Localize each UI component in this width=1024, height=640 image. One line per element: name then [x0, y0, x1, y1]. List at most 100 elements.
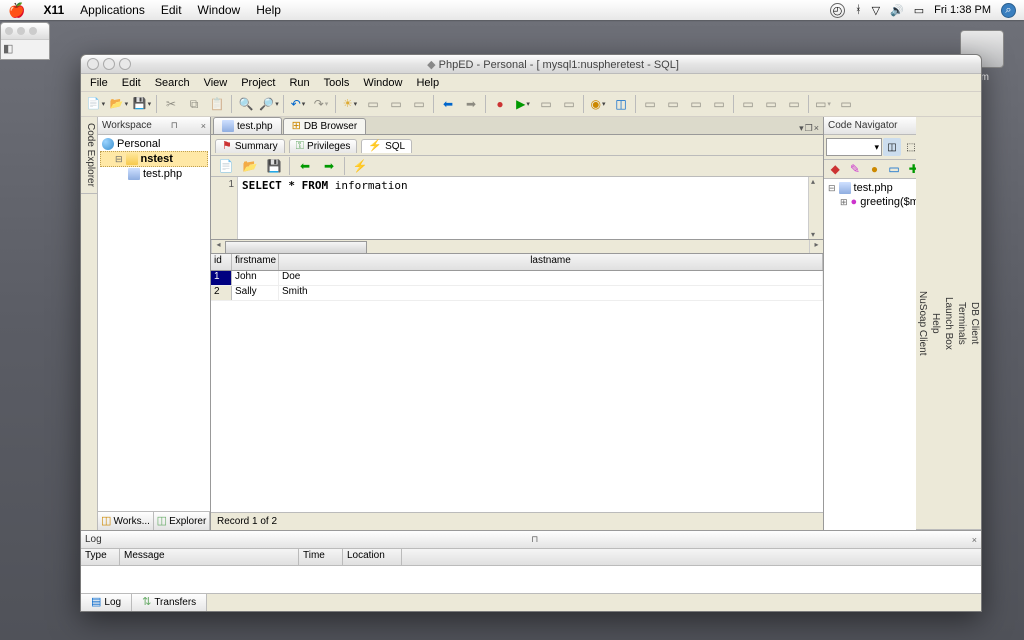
subtab-sql[interactable]: ⚡SQL	[361, 139, 412, 153]
log-col-message[interactable]: Message	[120, 549, 299, 565]
tab-menu-icon[interactable]: ▾	[799, 123, 804, 134]
sql-open-button[interactable]: 📂	[239, 155, 261, 177]
tb11[interactable]: ▭	[737, 93, 759, 115]
subtab-privileges[interactable]: ⚿Privileges	[289, 139, 358, 153]
log-body[interactable]	[81, 566, 981, 593]
apple-menu-icon[interactable]: 🍎	[8, 2, 25, 19]
logtab-transfers[interactable]: ⇅Transfers	[132, 594, 207, 611]
bluetooth-icon[interactable]: ᚼ	[855, 4, 862, 16]
new-button[interactable]: 📄	[85, 93, 107, 115]
cn-b4[interactable]: ▭	[885, 158, 904, 180]
copy-button[interactable]: ⧉	[183, 93, 205, 115]
codenav-tb1[interactable]: ◫	[883, 138, 901, 156]
menu-help[interactable]: Help	[248, 3, 289, 17]
tab-launch-box[interactable]: Launch Box	[942, 117, 955, 530]
tab-nusoap-client[interactable]: NuSoap Client	[916, 117, 929, 530]
debug-button[interactable]: ◉	[587, 93, 609, 115]
cn-b1[interactable]: ◆	[826, 158, 845, 180]
sql-code[interactable]: SELECT * FROM information	[238, 177, 808, 239]
sql-save-button[interactable]: 💾	[263, 155, 285, 177]
pin-icon[interactable]: ⊓	[531, 534, 538, 545]
status-icon[interactable]: ◴	[830, 3, 845, 18]
tb9[interactable]: ▭	[685, 93, 707, 115]
log-header[interactable]: Log ⊓ ×	[81, 531, 981, 549]
workspace-tree[interactable]: Personal ⊟nstest test.php	[98, 135, 210, 511]
open-button[interactable]: 📂	[108, 93, 130, 115]
sql-editor[interactable]: 1 SELECT * FROM information	[211, 177, 823, 240]
horizontal-scrollbar[interactable]: ◂ ▸	[211, 240, 823, 254]
tb8[interactable]: ▭	[662, 93, 684, 115]
menu-tools[interactable]: Tools	[317, 76, 357, 90]
forward-button[interactable]: ➡	[460, 93, 482, 115]
app-menu-x11[interactable]: X11	[35, 3, 72, 17]
pin-icon[interactable]: ⊓	[171, 120, 178, 131]
tab-explorer[interactable]: ◫Explorer	[154, 512, 210, 530]
undo-button[interactable]: ↶	[287, 93, 309, 115]
col-firstname[interactable]: firstname	[232, 254, 279, 270]
tb14[interactable]: ▭	[812, 93, 834, 115]
tab-code-explorer[interactable]: Code Explorer	[81, 117, 97, 194]
menu-window[interactable]: Window	[190, 3, 249, 17]
menu-project[interactable]: Project	[234, 76, 282, 90]
find-dd-button[interactable]: 🔎	[258, 93, 280, 115]
tb4[interactable]: ▭	[535, 93, 557, 115]
doctab-testphp[interactable]: test.php	[213, 117, 282, 134]
vertical-scrollbar[interactable]	[808, 177, 823, 239]
doctab-dbbrowser[interactable]: ⊞DB Browser	[283, 118, 367, 134]
traffic-lights[interactable]	[87, 58, 131, 70]
tab-terminals[interactable]: Terminals	[955, 117, 968, 530]
menu-help[interactable]: Help	[409, 76, 446, 90]
redo-button[interactable]: ↷	[310, 93, 332, 115]
close-icon[interactable]: ×	[972, 535, 977, 545]
run-button[interactable]: ▶	[512, 93, 534, 115]
sql-run-button[interactable]: ⚡	[349, 155, 371, 177]
wifi-icon[interactable]: ▽	[872, 4, 880, 17]
battery-icon[interactable]: ▭	[914, 4, 924, 17]
tab-help[interactable]: Help	[929, 117, 942, 530]
cut-button[interactable]: ✂	[160, 93, 182, 115]
tb7[interactable]: ▭	[639, 93, 661, 115]
tb1[interactable]: ▭	[362, 93, 384, 115]
close-icon[interactable]: ×	[201, 121, 206, 131]
record-button[interactable]: ●	[489, 93, 511, 115]
save-button[interactable]: 💾	[131, 93, 153, 115]
tree-file[interactable]: test.php	[100, 167, 208, 181]
sql-back-button[interactable]: ⬅	[294, 155, 316, 177]
log-col-location[interactable]: Location	[343, 549, 402, 565]
tb13[interactable]: ▭	[783, 93, 805, 115]
tb10[interactable]: ▭	[708, 93, 730, 115]
menu-search[interactable]: Search	[148, 76, 197, 90]
sql-forward-button[interactable]: ➡	[318, 155, 340, 177]
menu-file[interactable]: File	[83, 76, 115, 90]
menu-run[interactable]: Run	[282, 76, 316, 90]
workspace-header[interactable]: Workspace ⊓ ×	[98, 117, 210, 135]
volume-icon[interactable]: 🔊	[890, 4, 904, 17]
log-col-type[interactable]: Type	[81, 549, 120, 565]
tb2[interactable]: ▭	[385, 93, 407, 115]
cn-b3[interactable]: ●	[865, 158, 884, 180]
tb5[interactable]: ▭	[558, 93, 580, 115]
menu-window[interactable]: Window	[356, 76, 409, 90]
tree-root[interactable]: Personal	[100, 137, 208, 151]
results-grid[interactable]: id firstname lastname 1 John Doe 2 Sally…	[211, 254, 823, 512]
table-row[interactable]: 2 Sally Smith	[211, 286, 823, 301]
tb3[interactable]: ▭	[408, 93, 430, 115]
tree-project[interactable]: ⊟nstest	[100, 151, 208, 167]
col-id[interactable]: id	[211, 254, 232, 270]
table-row[interactable]: 1 John Doe	[211, 271, 823, 286]
menu-edit[interactable]: Edit	[115, 76, 148, 90]
sql-new-button[interactable]: 📄	[215, 155, 237, 177]
spotlight-icon[interactable]: ⌕	[1001, 3, 1016, 18]
menu-edit[interactable]: Edit	[153, 3, 190, 17]
tab-workspace[interactable]: ◫Works...	[98, 512, 154, 530]
col-lastname[interactable]: lastname	[279, 254, 823, 270]
subtab-summary[interactable]: ⚑Summary	[215, 139, 285, 153]
tb12[interactable]: ▭	[760, 93, 782, 115]
clock[interactable]: Fri 1:38 PM	[934, 4, 991, 16]
codenav-dropdown[interactable]: ▾	[826, 138, 882, 156]
find-button[interactable]: 🔍	[235, 93, 257, 115]
x11-stub-window[interactable]: ◧	[0, 22, 50, 60]
logtab-log[interactable]: ▤Log	[81, 594, 132, 611]
paste-button[interactable]: 📋	[206, 93, 228, 115]
log-col-time[interactable]: Time	[299, 549, 343, 565]
